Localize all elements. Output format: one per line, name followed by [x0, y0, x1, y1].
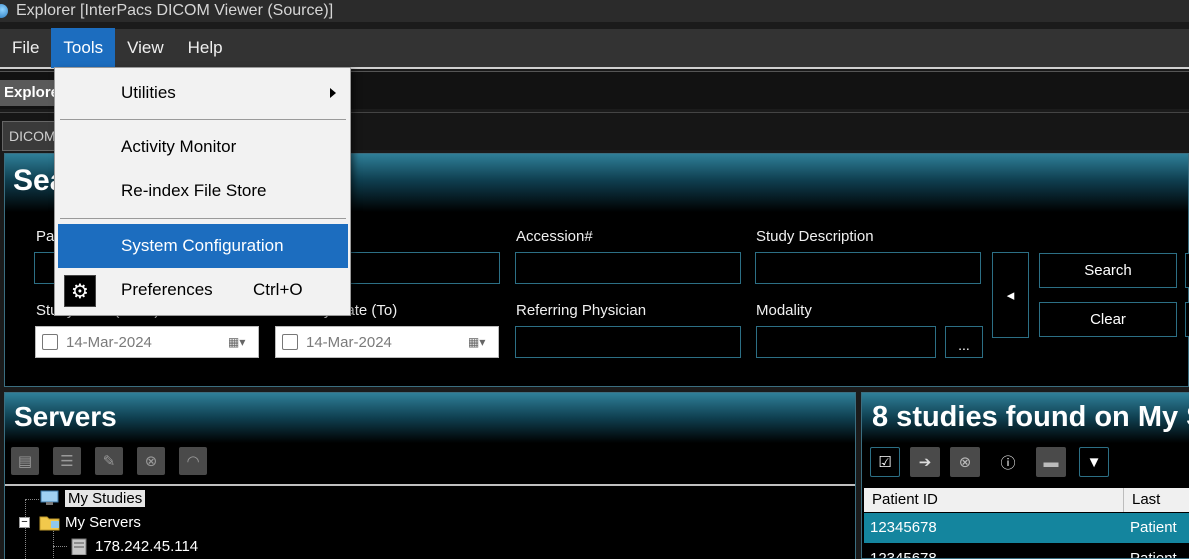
- patient-label: Pa: [36, 228, 55, 245]
- submenu-arrow-icon: [330, 88, 336, 98]
- tree-item-server[interactable]: 178.242.45.114: [69, 537, 198, 555]
- collapse-search-button[interactable]: ◂: [992, 252, 1029, 338]
- info-icon[interactable]: ⓘ: [993, 447, 1023, 477]
- title-bar: Explorer [InterPacs DICOM Viewer (Source…: [0, 0, 1189, 22]
- table-row[interactable]: 12345678 Patient: [864, 544, 1189, 559]
- servers-title: Servers: [14, 401, 117, 432]
- referring-physician-label: Referring Physician: [516, 302, 647, 319]
- menu-view[interactable]: View: [115, 28, 176, 68]
- studies-grid-header: Patient ID Last Name: [864, 488, 1189, 532]
- calendar-dropdown-icon[interactable]: ▦▾: [228, 335, 252, 351]
- calendar-dropdown-icon[interactable]: ▦▾: [468, 335, 492, 351]
- referring-physician-field[interactable]: [515, 326, 741, 358]
- tree-item-my-studies[interactable]: My Studies: [39, 489, 146, 507]
- server-icon: [71, 538, 87, 555]
- date-to-value: 14-Mar-2024: [306, 333, 392, 351]
- menu-bar: File Tools View Help: [0, 28, 1189, 69]
- window-title: Explorer [InterPacs DICOM Viewer (Source…: [16, 2, 334, 19]
- study-date-to-field[interactable]: 14-Mar-2024 ▦▾: [275, 326, 499, 358]
- tree-connector: [53, 528, 54, 558]
- table-row[interactable]: 12345678 Patient: [864, 513, 1189, 543]
- accession-label: Accession#: [516, 228, 593, 245]
- server-list-icon[interactable]: ☰: [53, 447, 81, 475]
- delete-server-icon[interactable]: ⊗: [137, 447, 165, 475]
- servers-panel: Servers ▤ ☰ ✎ ⊗ ◠ My Studies − My Server…: [4, 392, 856, 559]
- preferences-label: Preferences: [121, 280, 213, 299]
- clear-extra-button[interactable]: [1185, 302, 1189, 337]
- study-description-field[interactable]: [755, 252, 981, 284]
- gear-icon: ⚙: [64, 275, 96, 307]
- study-description-label: Study Description: [756, 228, 874, 245]
- date-from-checkbox[interactable]: [42, 334, 58, 350]
- filter-icon[interactable]: ▼: [1079, 447, 1109, 477]
- menu-separator: [60, 218, 346, 219]
- accession-field[interactable]: [515, 252, 741, 284]
- select-all-icon[interactable]: ☑: [870, 447, 900, 477]
- cell-patient-id: 12345678: [870, 519, 937, 536]
- search-extra-button[interactable]: [1185, 253, 1189, 288]
- modality-field[interactable]: [756, 326, 936, 358]
- tree-item-my-servers[interactable]: My Servers: [39, 513, 141, 531]
- menu-item-preferences[interactable]: ⚙ Preferences Ctrl+O: [58, 268, 348, 312]
- activity-monitor-label: Activity Monitor: [121, 137, 237, 156]
- column-last-name[interactable]: Last Name: [1124, 488, 1189, 532]
- utilities-label: Utilities: [121, 83, 176, 102]
- clear-button[interactable]: Clear: [1039, 302, 1177, 337]
- tree-label-my-servers: My Servers: [65, 513, 141, 531]
- preferences-shortcut: Ctrl+O: [253, 280, 303, 299]
- modality-label: Modality: [756, 302, 812, 319]
- menu-tools[interactable]: Tools: [51, 28, 116, 68]
- menu-item-reindex-file-store[interactable]: Re-index File Store: [58, 169, 348, 213]
- cell-patient-id: 12345678: [870, 550, 937, 559]
- date-to-checkbox[interactable]: [282, 334, 298, 350]
- collapse-icon[interactable]: −: [19, 517, 30, 528]
- cell-last-name: Patient: [1130, 519, 1177, 536]
- studies-panel: 8 studies found on My Studies ☑ ➔ ⊗ ⓘ ▬ …: [861, 392, 1189, 559]
- menu-file[interactable]: File: [0, 28, 51, 68]
- echo-server-icon[interactable]: ◠: [179, 447, 207, 475]
- app-logo-icon: [0, 4, 8, 18]
- tree-connector: [25, 499, 39, 500]
- delete-study-icon[interactable]: ⊗: [950, 447, 980, 477]
- servers-header: [5, 393, 855, 443]
- studies-title: 8 studies found on My Studies: [872, 401, 1189, 433]
- edit-server-icon[interactable]: ✎: [95, 447, 123, 475]
- my-studies-icon: [40, 490, 59, 505]
- anonymize-icon[interactable]: ▬: [1036, 447, 1066, 477]
- system-configuration-label: System Configuration: [121, 236, 284, 255]
- menu-separator: [60, 119, 346, 120]
- search-button[interactable]: Search: [1039, 253, 1177, 288]
- tree-connector: [53, 546, 67, 547]
- tree-connector: [25, 499, 26, 559]
- tools-menu-dropdown: Utilities Activity Monitor Re-index File…: [54, 67, 351, 316]
- study-date-from-field[interactable]: 14-Mar-2024 ▦▾: [35, 326, 259, 358]
- add-server-icon[interactable]: ▤: [11, 447, 39, 475]
- folder-icon: [39, 516, 60, 531]
- menu-item-activity-monitor[interactable]: Activity Monitor: [58, 125, 348, 169]
- menu-item-system-configuration[interactable]: System Configuration: [58, 224, 348, 268]
- tree-label-my-studies: My Studies: [65, 489, 146, 507]
- reindex-label: Re-index File Store: [121, 181, 267, 200]
- retrieve-icon[interactable]: ➔: [910, 447, 940, 477]
- modality-picker-button[interactable]: ...: [945, 326, 983, 358]
- cell-last-name: Patient: [1130, 550, 1177, 559]
- menu-item-utilities[interactable]: Utilities: [58, 71, 348, 115]
- column-patient-id[interactable]: Patient ID: [864, 488, 1124, 512]
- server-tree: My Studies − My Servers 178.242.45.114: [5, 484, 855, 559]
- tree-label-server: 178.242.45.114: [95, 537, 199, 555]
- menu-help[interactable]: Help: [176, 28, 235, 68]
- date-from-value: 14-Mar-2024: [66, 333, 152, 351]
